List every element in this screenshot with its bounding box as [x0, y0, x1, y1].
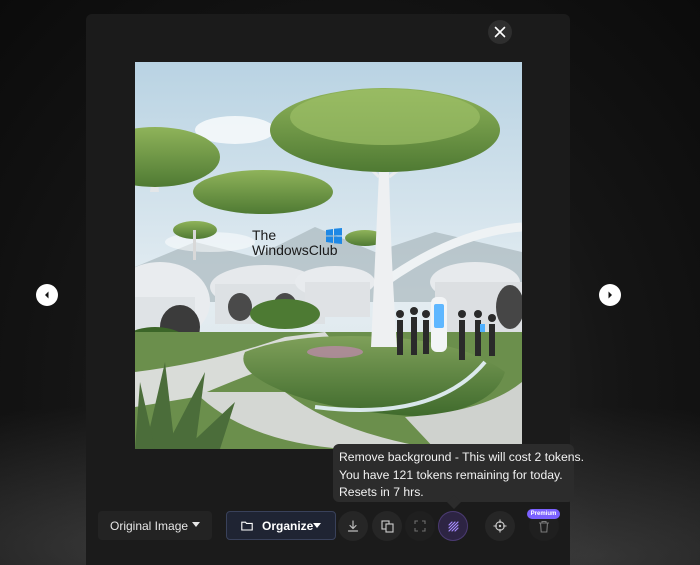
image-version-select[interactable]: Original Image	[98, 511, 212, 540]
chevron-down-icon	[192, 522, 200, 527]
expand-button[interactable]	[405, 511, 435, 541]
trash-icon	[539, 520, 549, 533]
organize-label: Organize	[262, 518, 314, 533]
download-icon	[347, 520, 359, 532]
windows-logo-icon	[326, 228, 342, 244]
chevron-down-icon	[313, 523, 321, 528]
next-image-button[interactable]	[599, 284, 621, 306]
copy-icon	[380, 519, 394, 533]
download-button[interactable]	[338, 511, 368, 541]
image-toolbar: Original Image Organize Premium	[0, 505, 700, 545]
chevron-left-icon	[45, 291, 49, 299]
crosshair-icon	[493, 519, 507, 533]
previous-image-button[interactable]	[36, 284, 58, 306]
copy-button[interactable]	[372, 511, 402, 541]
tooltip-line-remaining: You have 121 tokens remaining for today.	[339, 467, 563, 482]
organize-button[interactable]: Organize	[226, 511, 336, 540]
crosshair-tool-button[interactable]	[485, 511, 515, 541]
image-version-label: Original Image	[110, 518, 189, 533]
tooltip-line-cost: Remove background - This will cost 2 tok…	[339, 450, 584, 464]
folder-icon	[241, 521, 253, 531]
expand-icon	[414, 520, 426, 532]
close-button[interactable]	[488, 20, 512, 44]
remove-background-button[interactable]	[438, 511, 468, 541]
premium-badge: Premium	[527, 509, 560, 519]
chevron-right-icon	[608, 291, 612, 299]
close-icon	[494, 26, 506, 38]
watermark: The WindowsClub	[252, 228, 352, 258]
remove-background-tooltip: Remove background - This will cost 2 tok…	[333, 444, 584, 510]
watermark-line-2: WindowsClub	[252, 242, 338, 258]
remove-background-icon	[447, 520, 459, 532]
